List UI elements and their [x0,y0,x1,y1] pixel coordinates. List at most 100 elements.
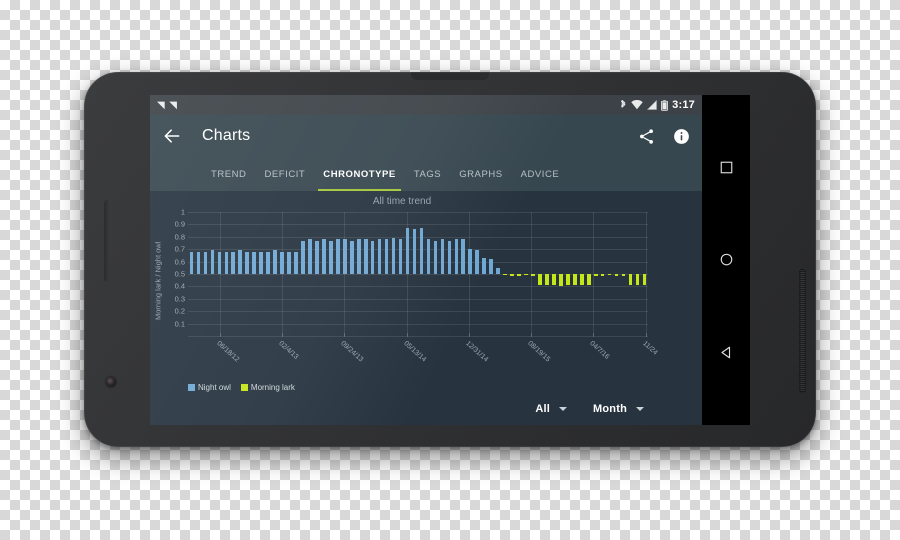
chevron-down-icon[interactable] [559,407,568,411]
chart-bar-night-owl [217,251,222,274]
chart-bar-morning-lark [566,274,570,286]
tab-graphs[interactable]: GRAPHS [450,157,511,191]
chart-bar-night-owl [412,229,417,274]
battery-icon [661,99,669,111]
chart-bar-night-owl [419,228,424,274]
chart-gridline-v [344,212,346,336]
range-selector-label: All [535,403,551,415]
chart-bar-morning-lark [614,274,619,277]
chart-bar-night-owl [266,251,270,274]
power-volume-button[interactable] [799,269,806,393]
chart-bar-night-owl [496,267,500,274]
chart-bar-morning-lark [559,274,563,287]
chart-y-tick-label: 1 [180,207,185,217]
tab-tags[interactable]: TAGS [405,157,450,191]
chart-bar-morning-lark [642,274,647,286]
front-camera-icon [106,377,116,387]
chart-y-tick-label: 0.2 [174,306,185,316]
chart-bar-night-owl [210,250,215,274]
side-button[interactable] [104,200,110,282]
chart-bar-morning-lark [552,274,556,286]
chart-title: All time trend [372,196,432,207]
status-clock: 3:17 [672,99,695,111]
chart-bar-night-owl [329,240,333,274]
chart-bar-night-owl [447,240,452,274]
chart-gridline-h [188,323,648,325]
chart-bar-night-owl [231,251,236,274]
chart-bar-night-owl [322,239,326,274]
chart-selectors: All Month [535,403,644,415]
chart-bar-night-owl [259,251,263,274]
chart-y-tick-label: 0.4 [174,281,185,291]
tab-deficit[interactable]: DEFICIT [255,157,314,191]
chart-y-axis-label: Morning lark / Night owl [153,241,163,321]
chevron-down-icon[interactable] [636,407,644,411]
chart-gridline-h [188,311,648,313]
period-selector[interactable]: Month [593,403,644,415]
chart-bar-night-owl [461,239,466,274]
back-arrow-icon[interactable] [162,126,182,146]
chart-bar-morning-lark [503,274,507,276]
chart-bar-morning-lark [621,274,626,277]
chart-bar-night-owl [273,250,277,274]
chart-bar-morning-lark [586,274,591,286]
triangle-back-icon[interactable] [719,345,734,360]
chart-bar-morning-lark [524,274,528,276]
chart-bar-night-owl [398,239,403,274]
chart-x-axis: 06/18/12 02/4/13 09/24/13 05/13/14 12/31/14 0… [188,333,658,376]
chart-bar-night-owl [433,240,438,274]
notification-icons: ◥ ◥ [157,99,177,111]
status-indicators: 3:17 [619,99,695,111]
tab-chronotype[interactable]: CHRONOTYPE [314,157,405,191]
share-icon[interactable] [638,128,655,145]
chart-bar-night-owl [377,239,382,274]
chart-x-tick-label: 12/31/14 [463,340,489,364]
period-selector-label: Month [593,403,627,415]
chart-bar-morning-lark [517,274,521,277]
chart-bar-night-owl [356,239,361,274]
circle-home-icon[interactable] [719,252,734,267]
app-bar-actions [638,128,690,145]
chart-bar-night-owl [468,249,473,274]
chart-y-tick-label: 0.6 [174,257,185,267]
chart-y-tick-label: 0.9 [174,219,185,229]
chart-bar-morning-lark [531,274,535,277]
chart-bar-night-owl [370,240,375,274]
chart-bar-night-owl [294,251,298,274]
chart-y-tick-label: 0.3 [174,294,185,304]
chart-x-tick-mark [530,333,532,337]
chart-legend: Night owl Morning lark [188,383,295,392]
chart-x-tick-label: 06/18/12 [215,340,241,364]
android-navigation-bar [702,95,750,425]
chart-bar-night-owl [301,240,305,274]
chart-bar-night-owl [315,240,319,274]
legend-item: Night owl [188,383,231,392]
chart-bar-night-owl [203,251,208,274]
chart-container: All time trend Morning lark / Night owl … [150,191,658,425]
chart-gridline-h [188,261,648,263]
range-selector[interactable]: All [535,403,568,415]
chart-x-tick-mark [592,333,594,337]
chart-bar-night-owl [343,239,347,274]
chart-bar-night-owl [489,259,493,274]
legend-item: Morning lark [240,383,295,392]
chart-x-tick-label: 02/4/13 [277,340,300,361]
chart-bar-night-owl [482,257,486,274]
chart-y-tick-label: 0.1 [174,319,185,329]
tab-trend[interactable]: TREND [202,157,255,191]
chart-bar-night-owl [391,238,396,274]
square-recents-icon[interactable] [719,160,734,175]
tab-advice[interactable]: ADVICE [512,157,569,191]
bluetooth-icon [620,99,626,108]
notification-n-icon: ◥ [169,99,177,111]
chart-bar-morning-lark [607,274,612,276]
chart-y-tick-label: 0.8 [174,232,185,242]
chart-bar-night-owl [308,239,312,274]
legend-swatch [188,384,195,391]
chart-bar-night-owl [349,240,354,274]
chart-bar-night-owl [252,251,256,274]
chart-bar-morning-lark [600,274,605,277]
info-icon[interactable] [673,128,690,145]
wifi-icon [631,100,643,110]
legend-label: Morning lark [250,383,295,392]
